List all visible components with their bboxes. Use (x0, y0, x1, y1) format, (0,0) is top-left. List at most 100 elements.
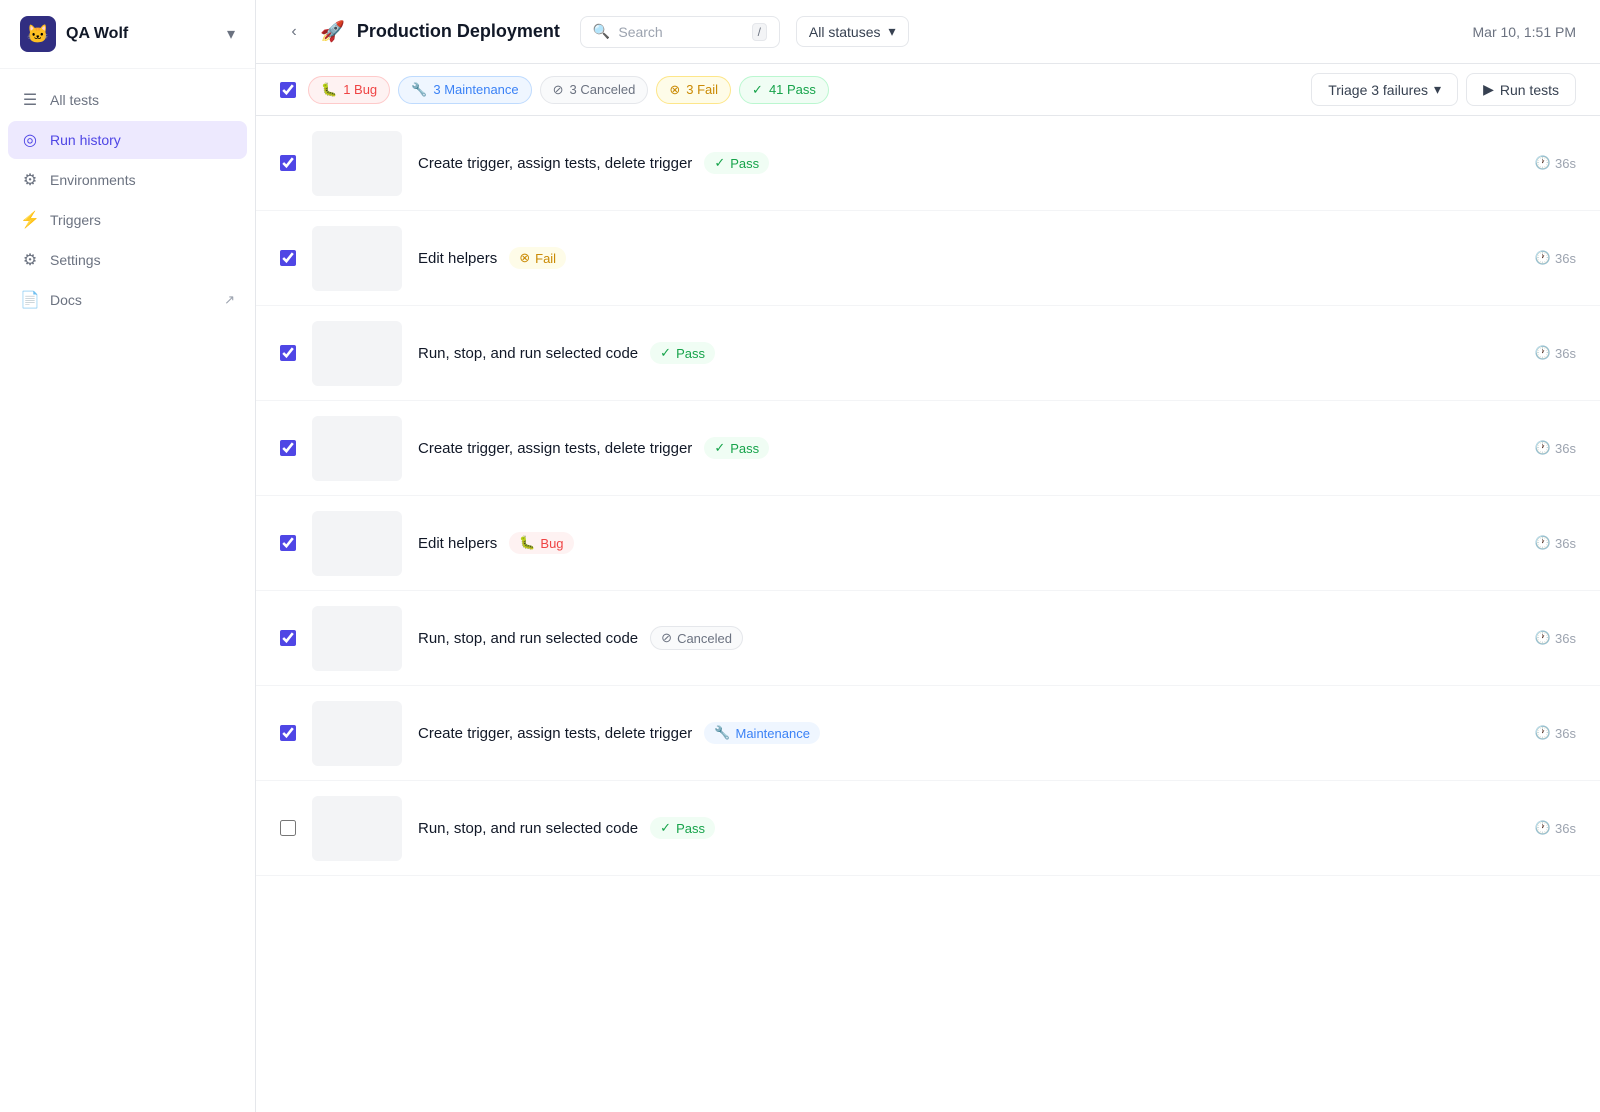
table-row[interactable]: Create trigger, assign tests, delete tri… (256, 401, 1600, 496)
table-row[interactable]: Run, stop, and run selected code ✓ Pass … (256, 781, 1600, 876)
page-title: Production Deployment (357, 21, 560, 42)
sliders-icon: ⚙ (20, 170, 40, 190)
row-checkbox[interactable] (280, 535, 296, 551)
clock-icon: 🕐 (1535, 345, 1551, 361)
history-icon: ◎ (20, 130, 40, 150)
sidebar-item-environments[interactable]: ⚙ Environments (8, 161, 247, 199)
status-label: Fail (535, 251, 556, 266)
status-badge: ✓ Pass (650, 342, 715, 364)
row-checkbox[interactable] (280, 440, 296, 456)
table-row[interactable]: Edit helpers ⊗ Fail 🕐 36s (256, 211, 1600, 306)
chevron-down-icon[interactable]: ▾ (227, 24, 235, 44)
row-thumbnail (312, 226, 402, 291)
row-content: Create trigger, assign tests, delete tri… (418, 722, 1519, 744)
row-thumbnail (312, 606, 402, 671)
row-time: 🕐 36s (1535, 345, 1576, 361)
sidebar-logo: 🐱 QA Wolf (20, 16, 128, 52)
fail-count: 3 Fail (686, 82, 718, 97)
sidebar-item-run-history[interactable]: ◎ Run history (8, 121, 247, 159)
clock-icon: 🕐 (1535, 725, 1551, 741)
select-all-checkbox[interactable] (280, 82, 296, 98)
triage-button[interactable]: Triage 3 failures ▾ (1311, 73, 1458, 106)
row-checkbox[interactable] (280, 630, 296, 646)
sidebar-item-label: Settings (50, 252, 235, 268)
sidebar-item-docs[interactable]: 📄 Docs ↗ (8, 281, 247, 319)
filter-chip-canceled[interactable]: ⊘ 3 Canceled (540, 76, 649, 104)
sidebar-item-settings[interactable]: ⚙ Settings (8, 241, 247, 279)
sidebar-item-label: Run history (50, 132, 235, 148)
time-value: 36s (1555, 156, 1576, 171)
maintenance-icon: 🔧 (411, 82, 427, 98)
table-row[interactable]: Run, stop, and run selected code ⊘ Cance… (256, 591, 1600, 686)
status-filter-dropdown[interactable]: All statuses ▾ (796, 16, 909, 47)
search-icon: 🔍 (593, 23, 610, 40)
sidebar-title: QA Wolf (66, 25, 128, 43)
filter-chip-bug[interactable]: 🐛 1 Bug (308, 76, 390, 104)
table-row[interactable]: Edit helpers 🐛 Bug 🕐 36s (256, 496, 1600, 591)
status-badge: 🔧 Maintenance (704, 722, 820, 744)
sidebar-item-label: Triggers (50, 212, 235, 228)
row-time: 🕐 36s (1535, 155, 1576, 171)
status-icon: ✓ (660, 345, 671, 361)
sidebar-item-triggers[interactable]: ⚡ Triggers (8, 201, 247, 239)
clock-icon: 🕐 (1535, 535, 1551, 551)
pass-count: 41 Pass (769, 82, 816, 97)
row-thumbnail (312, 701, 402, 766)
table-row[interactable]: Create trigger, assign tests, delete tri… (256, 116, 1600, 211)
status-icon: 🐛 (519, 535, 535, 551)
clock-icon: 🕐 (1535, 250, 1551, 266)
status-badge: ✓ Pass (650, 817, 715, 839)
page-icon: 🚀 (320, 19, 345, 44)
row-content: Run, stop, and run selected code ⊘ Cance… (418, 626, 1519, 650)
sidebar-nav: ☰ All tests ◎ Run history ⚙ Environments… (0, 69, 255, 331)
status-badge: ✓ Pass (704, 152, 769, 174)
filterbar: 🐛 1 Bug 🔧 3 Maintenance ⊘ 3 Canceled ⊗ 3… (256, 64, 1600, 116)
logo-icon: 🐱 (20, 16, 56, 52)
table-row[interactable]: Create trigger, assign tests, delete tri… (256, 686, 1600, 781)
row-thumbnail (312, 416, 402, 481)
table-row[interactable]: Run, stop, and run selected code ✓ Pass … (256, 306, 1600, 401)
back-button[interactable]: ‹ (280, 18, 308, 46)
status-icon: ✓ (714, 155, 725, 171)
test-name: Create trigger, assign tests, delete tri… (418, 155, 692, 172)
test-name: Run, stop, and run selected code (418, 345, 638, 362)
chevron-down-icon: ▾ (889, 23, 896, 40)
clock-icon: 🕐 (1535, 155, 1551, 171)
main-content: ‹ 🚀 Production Deployment 🔍 Search / All… (256, 0, 1600, 1112)
filter-chip-maintenance[interactable]: 🔧 3 Maintenance (398, 76, 531, 104)
status-label: Bug (540, 536, 563, 551)
row-checkbox[interactable] (280, 155, 296, 171)
doc-icon: 📄 (20, 290, 40, 310)
status-icon: ⊘ (661, 630, 672, 646)
triage-label: Triage 3 failures (1328, 82, 1428, 98)
maintenance-count: 3 Maintenance (433, 82, 518, 97)
run-tests-button[interactable]: ▶ Run tests (1466, 73, 1576, 106)
search-placeholder: Search (618, 24, 662, 40)
time-value: 36s (1555, 821, 1576, 836)
row-checkbox[interactable] (280, 725, 296, 741)
chevron-down-icon: ▾ (1434, 81, 1441, 98)
row-content: Create trigger, assign tests, delete tri… (418, 437, 1519, 459)
filter-chip-pass[interactable]: ✓ 41 Pass (739, 76, 829, 104)
pass-icon: ✓ (752, 82, 763, 98)
gear-icon: ⚙ (20, 250, 40, 270)
status-label: Pass (676, 821, 705, 836)
status-icon: ⊗ (519, 250, 530, 266)
topbar: ‹ 🚀 Production Deployment 🔍 Search / All… (256, 0, 1600, 64)
row-checkbox[interactable] (280, 820, 296, 836)
time-value: 36s (1555, 251, 1576, 266)
sidebar-item-all-tests[interactable]: ☰ All tests (8, 81, 247, 119)
search-input[interactable]: 🔍 Search / (580, 16, 780, 48)
test-name: Edit helpers (418, 250, 497, 267)
row-checkbox[interactable] (280, 250, 296, 266)
time-value: 36s (1555, 631, 1576, 646)
grid-icon: ☰ (20, 90, 40, 110)
row-time: 🕐 36s (1535, 440, 1576, 456)
external-link-icon: ↗ (224, 292, 235, 308)
clock-icon: 🕐 (1535, 630, 1551, 646)
status-icon: 🔧 (714, 725, 730, 741)
filter-chip-fail[interactable]: ⊗ 3 Fail (656, 76, 731, 104)
sidebar-header: 🐱 QA Wolf ▾ (0, 0, 255, 69)
row-checkbox[interactable] (280, 345, 296, 361)
status-badge: ✓ Pass (704, 437, 769, 459)
